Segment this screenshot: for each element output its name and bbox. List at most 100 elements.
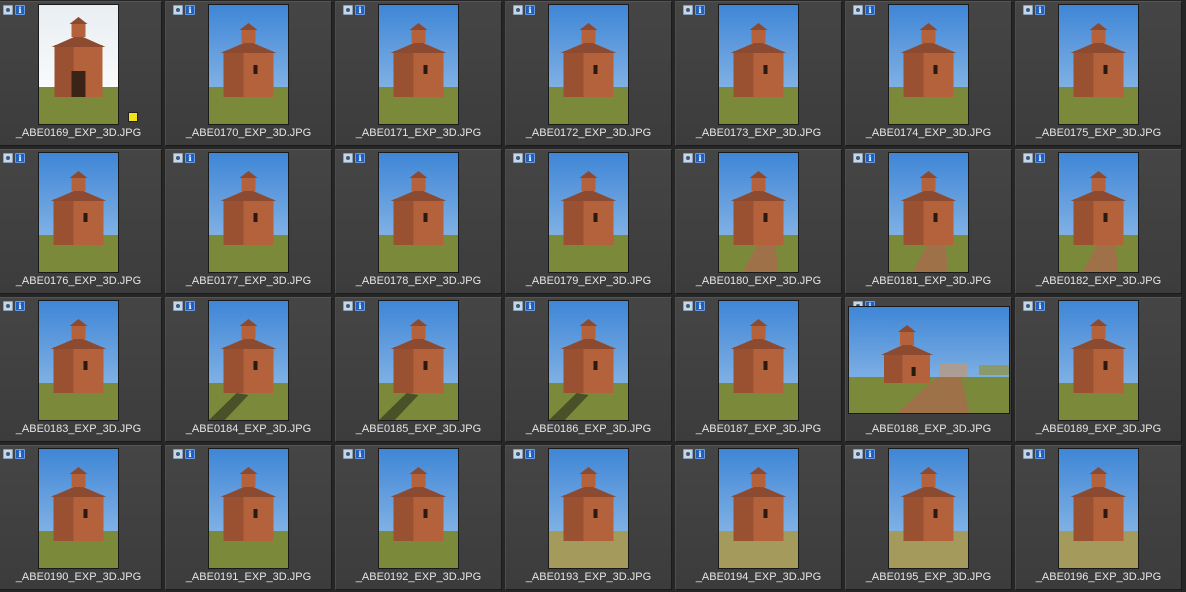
thumbnail-image[interactable] xyxy=(719,5,798,124)
thumbnail-cell[interactable]: i _ABE0186_EXP_3D.JPG xyxy=(505,297,672,442)
thumbnail-image[interactable] xyxy=(889,449,968,568)
thumbnail-image[interactable] xyxy=(719,301,798,420)
thumbnail-image[interactable] xyxy=(1059,5,1138,124)
info-icon[interactable]: i xyxy=(185,449,195,459)
thumbnail-cell[interactable]: i _ABE0178_EXP_3D.JPG xyxy=(335,149,502,294)
thumbnail-image[interactable] xyxy=(549,5,628,124)
info-icon[interactable]: i xyxy=(1035,449,1045,459)
thumbnail-cell[interactable]: i _ABE0194_EXP_3D.JPG xyxy=(675,445,842,590)
thumbnail-cell[interactable]: i _ABE0181_EXP_3D.JPG xyxy=(845,149,1012,294)
camera-icon[interactable] xyxy=(1023,301,1033,311)
thumbnail-cell[interactable]: i _ABE0189_EXP_3D.JPG xyxy=(1015,297,1182,442)
thumbnail-cell[interactable]: i _ABE0179_EXP_3D.JPG xyxy=(505,149,672,294)
thumbnail-cell[interactable]: i _ABE0195_EXP_3D.JPG xyxy=(845,445,1012,590)
thumbnail-image[interactable] xyxy=(849,307,1009,413)
info-icon[interactable]: i xyxy=(15,449,25,459)
info-icon[interactable]: i xyxy=(355,301,365,311)
info-icon[interactable]: i xyxy=(15,301,25,311)
thumbnail-image[interactable] xyxy=(39,153,118,272)
camera-icon[interactable] xyxy=(683,449,693,459)
info-icon[interactable]: i xyxy=(525,5,535,15)
camera-icon[interactable] xyxy=(513,153,523,163)
camera-icon[interactable] xyxy=(853,5,863,15)
thumbnail-image[interactable] xyxy=(379,449,458,568)
camera-icon[interactable] xyxy=(3,449,13,459)
info-icon[interactable]: i xyxy=(355,5,365,15)
thumbnail-image[interactable] xyxy=(889,153,968,272)
thumbnail-image[interactable] xyxy=(549,301,628,420)
info-icon[interactable]: i xyxy=(865,449,875,459)
color-label-icon[interactable] xyxy=(128,112,138,122)
thumbnail-cell[interactable]: i _ABE0193_EXP_3D.JPG xyxy=(505,445,672,590)
thumbnail-cell[interactable]: i _ABE0175_EXP_3D.JPG xyxy=(1015,1,1182,146)
camera-icon[interactable] xyxy=(683,5,693,15)
thumbnail-cell[interactable]: i _ABE0172_EXP_3D.JPG xyxy=(505,1,672,146)
thumbnail-cell[interactable]: i _ABE0171_EXP_3D.JPG xyxy=(335,1,502,146)
thumbnail-image[interactable] xyxy=(889,5,968,124)
thumbnail-cell[interactable]: i _ABE0182_EXP_3D.JPG xyxy=(1015,149,1182,294)
camera-icon[interactable] xyxy=(343,301,353,311)
thumbnail-image[interactable] xyxy=(39,301,118,420)
thumbnail-cell[interactable]: i _ABE0170_EXP_3D.JPG xyxy=(165,1,332,146)
info-icon[interactable]: i xyxy=(695,5,705,15)
thumbnail-image[interactable] xyxy=(39,5,118,124)
camera-icon[interactable] xyxy=(683,301,693,311)
camera-icon[interactable] xyxy=(343,449,353,459)
info-icon[interactable]: i xyxy=(865,5,875,15)
thumbnail-image[interactable] xyxy=(379,301,458,420)
info-icon[interactable]: i xyxy=(695,301,705,311)
camera-icon[interactable] xyxy=(173,449,183,459)
thumbnail-cell[interactable]: i _ABE0192_EXP_3D.JPG xyxy=(335,445,502,590)
thumbnail-image[interactable] xyxy=(719,153,798,272)
thumbnail-cell[interactable]: i _ABE0191_EXP_3D.JPG xyxy=(165,445,332,590)
camera-icon[interactable] xyxy=(853,449,863,459)
info-icon[interactable]: i xyxy=(695,153,705,163)
thumbnail-image[interactable] xyxy=(209,449,288,568)
camera-icon[interactable] xyxy=(1023,449,1033,459)
camera-icon[interactable] xyxy=(513,5,523,15)
thumbnail-cell[interactable]: i _ABE0183_EXP_3D.JPG xyxy=(0,297,162,442)
camera-icon[interactable] xyxy=(683,153,693,163)
camera-icon[interactable] xyxy=(173,153,183,163)
info-icon[interactable]: i xyxy=(185,301,195,311)
thumbnail-cell[interactable]: i _ABE0188_EXP_3D.JPG xyxy=(845,297,1012,442)
camera-icon[interactable] xyxy=(1023,5,1033,15)
thumbnail-image[interactable] xyxy=(379,153,458,272)
info-icon[interactable]: i xyxy=(525,301,535,311)
thumbnail-cell[interactable]: i _ABE0196_EXP_3D.JPG xyxy=(1015,445,1182,590)
camera-icon[interactable] xyxy=(3,5,13,15)
thumbnail-image[interactable] xyxy=(549,153,628,272)
thumbnail-cell[interactable]: i _ABE0177_EXP_3D.JPG xyxy=(165,149,332,294)
info-icon[interactable]: i xyxy=(185,5,195,15)
thumbnail-cell[interactable]: i _ABE0185_EXP_3D.JPG xyxy=(335,297,502,442)
info-icon[interactable]: i xyxy=(1035,153,1045,163)
camera-icon[interactable] xyxy=(173,301,183,311)
info-icon[interactable]: i xyxy=(525,153,535,163)
camera-icon[interactable] xyxy=(343,153,353,163)
thumbnail-cell[interactable]: i _ABE0169_EXP_3D.JPG xyxy=(0,1,162,146)
thumbnail-image[interactable] xyxy=(209,5,288,124)
camera-icon[interactable] xyxy=(3,301,13,311)
info-icon[interactable]: i xyxy=(1035,5,1045,15)
info-icon[interactable]: i xyxy=(1035,301,1045,311)
thumbnail-image[interactable] xyxy=(1059,153,1138,272)
thumbnail-image[interactable] xyxy=(719,449,798,568)
thumbnail-cell[interactable]: i _ABE0176_EXP_3D.JPG xyxy=(0,149,162,294)
info-icon[interactable]: i xyxy=(695,449,705,459)
thumbnail-image[interactable] xyxy=(209,153,288,272)
thumbnail-cell[interactable]: i _ABE0190_EXP_3D.JPG xyxy=(0,445,162,590)
camera-icon[interactable] xyxy=(513,301,523,311)
thumbnail-cell[interactable]: i _ABE0173_EXP_3D.JPG xyxy=(675,1,842,146)
thumbnail-image[interactable] xyxy=(379,5,458,124)
thumbnail-image[interactable] xyxy=(549,449,628,568)
thumbnail-image[interactable] xyxy=(209,301,288,420)
info-icon[interactable]: i xyxy=(865,153,875,163)
camera-icon[interactable] xyxy=(513,449,523,459)
thumbnail-image[interactable] xyxy=(39,449,118,568)
camera-icon[interactable] xyxy=(343,5,353,15)
camera-icon[interactable] xyxy=(853,153,863,163)
camera-icon[interactable] xyxy=(173,5,183,15)
camera-icon[interactable] xyxy=(3,153,13,163)
info-icon[interactable]: i xyxy=(355,153,365,163)
info-icon[interactable]: i xyxy=(185,153,195,163)
